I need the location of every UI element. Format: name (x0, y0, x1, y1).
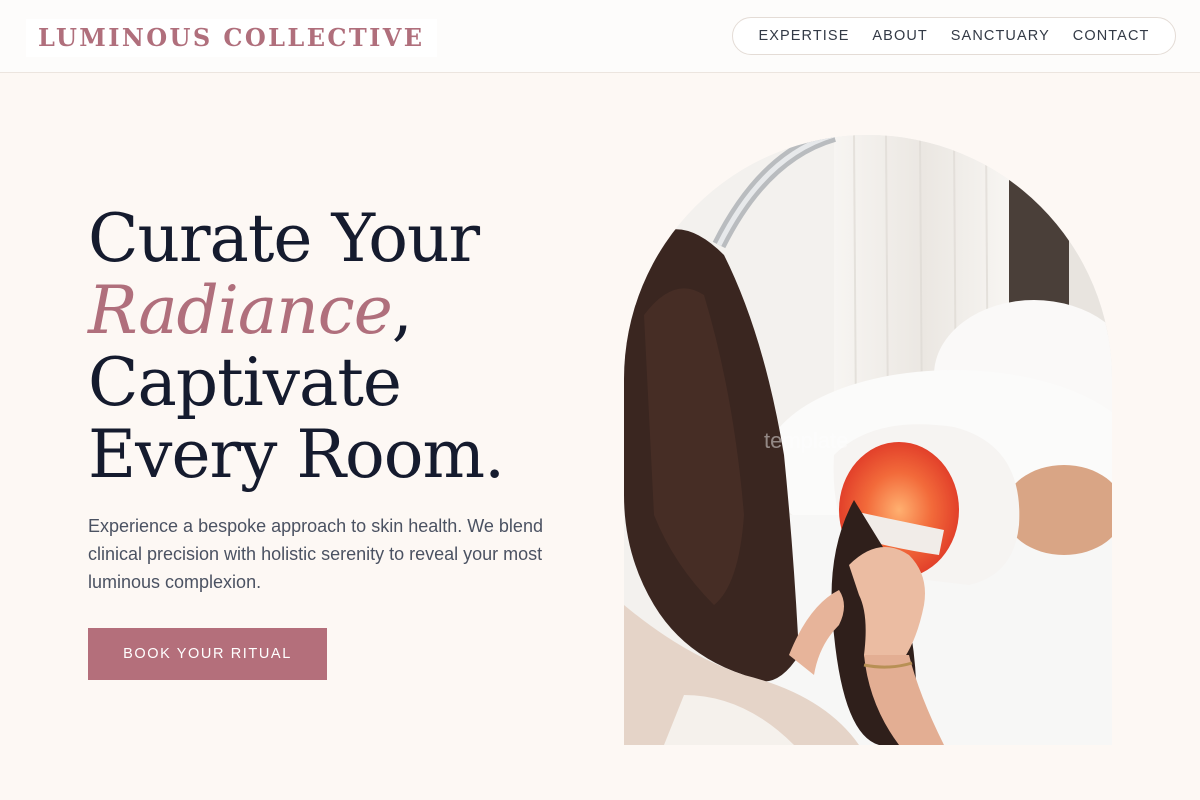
headline-line-4: Every Room. (88, 416, 505, 493)
site-header: LUMINOUS COLLECTIVE EXPERTISE ABOUT SANC… (0, 0, 1200, 73)
book-ritual-button[interactable]: BOOK YOUR RITUAL (88, 628, 327, 680)
nav-item-about[interactable]: ABOUT (872, 28, 927, 44)
spa-treatment-illustration: template (624, 135, 1112, 745)
image-watermark: template (764, 428, 848, 453)
nav-item-expertise[interactable]: EXPERTISE (758, 28, 849, 44)
hero-headline: Curate Your Radiance, Captivate Every Ro… (88, 203, 608, 491)
hero-description: Experience a bespoke approach to skin he… (88, 516, 543, 592)
hero-image: template (624, 135, 1112, 745)
nav-item-sanctuary[interactable]: SANCTUARY (951, 28, 1050, 44)
main-nav: EXPERTISE ABOUT SANCTUARY CONTACT (732, 17, 1176, 55)
headline-line-3: Captivate (88, 344, 402, 421)
headline-line-1: Curate Your (88, 200, 480, 277)
brand-logo[interactable]: LUMINOUS COLLECTIVE (26, 19, 437, 57)
headline-accent-word: Radiance (88, 272, 393, 349)
headline-comma: , (391, 272, 413, 349)
nav-item-contact[interactable]: CONTACT (1073, 28, 1150, 44)
